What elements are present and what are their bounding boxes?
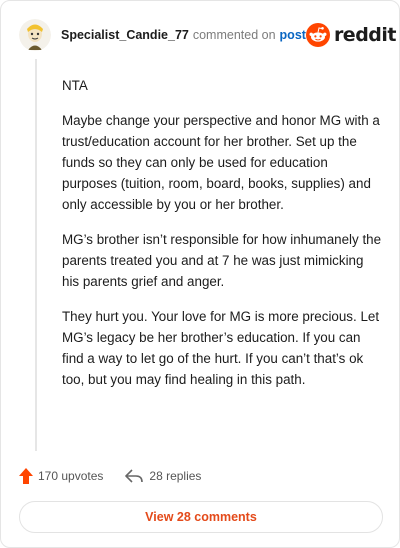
thread-line: [35, 59, 37, 451]
reddit-snoo-icon: [305, 23, 330, 47]
upvote-arrow-icon: [19, 468, 33, 484]
replies-count: 28 replies: [149, 469, 202, 483]
comment-paragraph: NTA: [62, 78, 88, 93]
comment-paragraph: Maybe change your perspective and honor …: [62, 113, 380, 212]
comment-header: Specialist_Candie_77 commented on post r…: [19, 19, 397, 51]
replies-button[interactable]: 28 replies: [125, 469, 201, 483]
comment-paragraph: MG’s brother isn’t responsible for how i…: [62, 232, 382, 289]
upvote-button[interactable]: 170 upvotes: [19, 468, 103, 484]
reply-icon: [125, 469, 144, 483]
view-comments-button[interactable]: View 28 comments: [19, 501, 383, 533]
comment-actions: 170 upvotes 28 replies: [19, 465, 201, 487]
comment-card: Specialist_Candie_77 commented on post r…: [0, 0, 400, 548]
view-comments-label: View 28 comments: [145, 510, 257, 524]
byline: Specialist_Candie_77 commented on post: [61, 28, 306, 42]
reddit-wordmark: reddit: [333, 24, 397, 46]
comment-body: NTA Maybe change your perspective and ho…: [62, 75, 382, 404]
upvote-count: 170 upvotes: [38, 469, 104, 483]
comment-paragraph: They hurt you. Your love for MG is more …: [62, 309, 380, 387]
username[interactable]: Specialist_Candie_77: [61, 28, 189, 42]
action-text: commented on: [192, 28, 276, 42]
reddit-logo[interactable]: reddit: [305, 23, 397, 47]
post-link[interactable]: post: [280, 28, 306, 42]
avatar[interactable]: [19, 19, 51, 51]
